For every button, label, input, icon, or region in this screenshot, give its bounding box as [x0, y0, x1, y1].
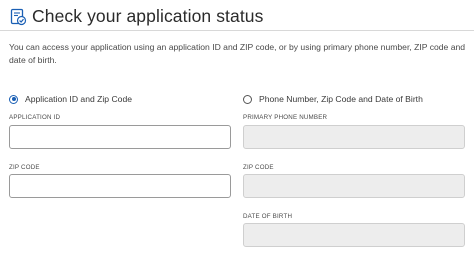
primary-phone-input[interactable]	[243, 125, 465, 149]
document-check-icon	[9, 8, 27, 26]
primary-phone-label: PRIMARY PHONE NUMBER	[243, 114, 328, 121]
zip-code-label: ZIP CODE	[9, 164, 40, 171]
radio-button-unselected[interactable]	[243, 94, 252, 104]
application-id-option-group: Application ID and Zip Code APPLICATION …	[9, 92, 231, 198]
page-title: Check your application status	[32, 6, 264, 26]
date-of-birth-label: DATE OF BIRTH	[243, 213, 293, 220]
application-id-input[interactable]	[9, 125, 231, 149]
page-header: Check your application status	[9, 6, 264, 27]
intro-text: You can access your application using an…	[9, 42, 466, 65]
application-status-page: Check your application status You can ac…	[0, 0, 474, 256]
application-id-label: APPLICATION ID	[9, 114, 61, 121]
radio-phone-zip-dob[interactable]: Phone Number, Zip Code and Date of Birth	[243, 92, 465, 106]
zip-code-input-disabled[interactable]	[243, 174, 465, 198]
header-divider	[0, 30, 474, 31]
radio-label: Phone Number, Zip Code and Date of Birth	[259, 94, 423, 104]
radio-label: Application ID and Zip Code	[25, 94, 133, 104]
phone-option-group: Phone Number, Zip Code and Date of Birth…	[243, 92, 465, 247]
radio-application-id-zip[interactable]: Application ID and Zip Code	[9, 92, 231, 106]
zip-code-input[interactable]	[9, 174, 231, 198]
zip-code-label: ZIP CODE	[243, 164, 274, 171]
radio-button-selected[interactable]	[9, 94, 18, 104]
date-of-birth-input[interactable]	[243, 223, 465, 247]
